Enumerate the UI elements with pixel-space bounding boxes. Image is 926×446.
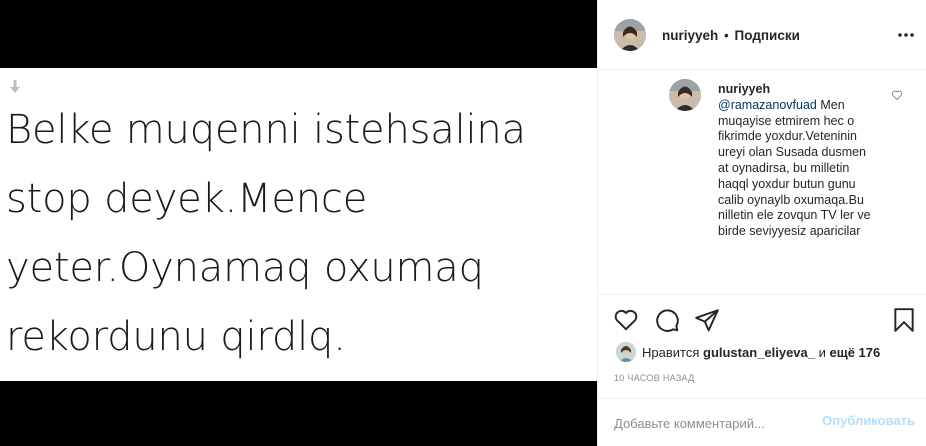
more-horizontal-icon[interactable] [897, 26, 915, 44]
likes-prefix: Нравится [642, 344, 700, 360]
header-title: nuriyyeh • Подписки [662, 28, 800, 43]
arrow-down-icon [10, 80, 20, 93]
post-sidebar: nuriyyeh • Подписки nuriyyeh @ramazanovf… [597, 0, 926, 446]
likes-count[interactable]: ещё 176 [830, 345, 881, 360]
likes-conjunction: и [818, 344, 826, 360]
post-image: Belke muqenni istehsalina stop deyek.Men… [0, 68, 597, 381]
share-icon[interactable] [694, 307, 720, 333]
avatar[interactable] [614, 19, 646, 51]
post-image-text: Belke muqenni istehsalina stop deyek.Men… [6, 96, 597, 372]
comment-input[interactable] [614, 413, 804, 433]
comment-item: nuriyyeh @ramazanovfuad Men muqayise etm… [718, 82, 878, 240]
likes-summary[interactable]: Нравится gulustan_eliyeva_ и ещё 176 [616, 341, 880, 363]
post-text-line: Belke muqenni istehsalina [6, 107, 526, 153]
header-username[interactable]: nuriyyeh [662, 28, 718, 43]
post-text-line: stop deyek.Mence [6, 176, 368, 222]
comments-list[interactable]: nuriyyeh @ramazanovfuad Men muqayise etm… [598, 71, 926, 294]
heart-icon[interactable] [613, 307, 639, 333]
post-text-line: rekordunu qirdlq. [6, 314, 346, 360]
post-text-line: yeter.Oynamaq oxumaq [6, 245, 484, 291]
post-header: nuriyyeh • Подписки [598, 0, 926, 70]
bookmark-icon[interactable] [891, 307, 917, 333]
avatar[interactable] [669, 79, 701, 111]
comment-text: Men muqayise etmirem hec o fikrimde yoxd… [718, 97, 871, 239]
comment-username[interactable]: nuriyyeh [718, 82, 878, 98]
post-actions [598, 294, 926, 344]
following-button[interactable]: Подписки [735, 28, 800, 43]
comment-icon[interactable] [654, 307, 680, 333]
post-timestamp[interactable]: 10 ЧАСОВ НАЗАД [614, 373, 695, 383]
comment-mention-link[interactable]: @ramazanovfuad [718, 98, 817, 112]
add-comment-form: Опубликовать [598, 398, 926, 446]
heart-icon[interactable] [891, 89, 903, 101]
header-separator: • [724, 28, 729, 43]
likes-username[interactable]: gulustan_eliyeva_ [703, 345, 815, 360]
avatar [616, 342, 636, 362]
post-comment-button[interactable]: Опубликовать [822, 413, 915, 428]
likes-text: Нравится gulustan_eliyeva_ и ещё 176 [642, 345, 880, 360]
post-media[interactable]: Belke muqenni istehsalina stop deyek.Men… [0, 0, 597, 446]
